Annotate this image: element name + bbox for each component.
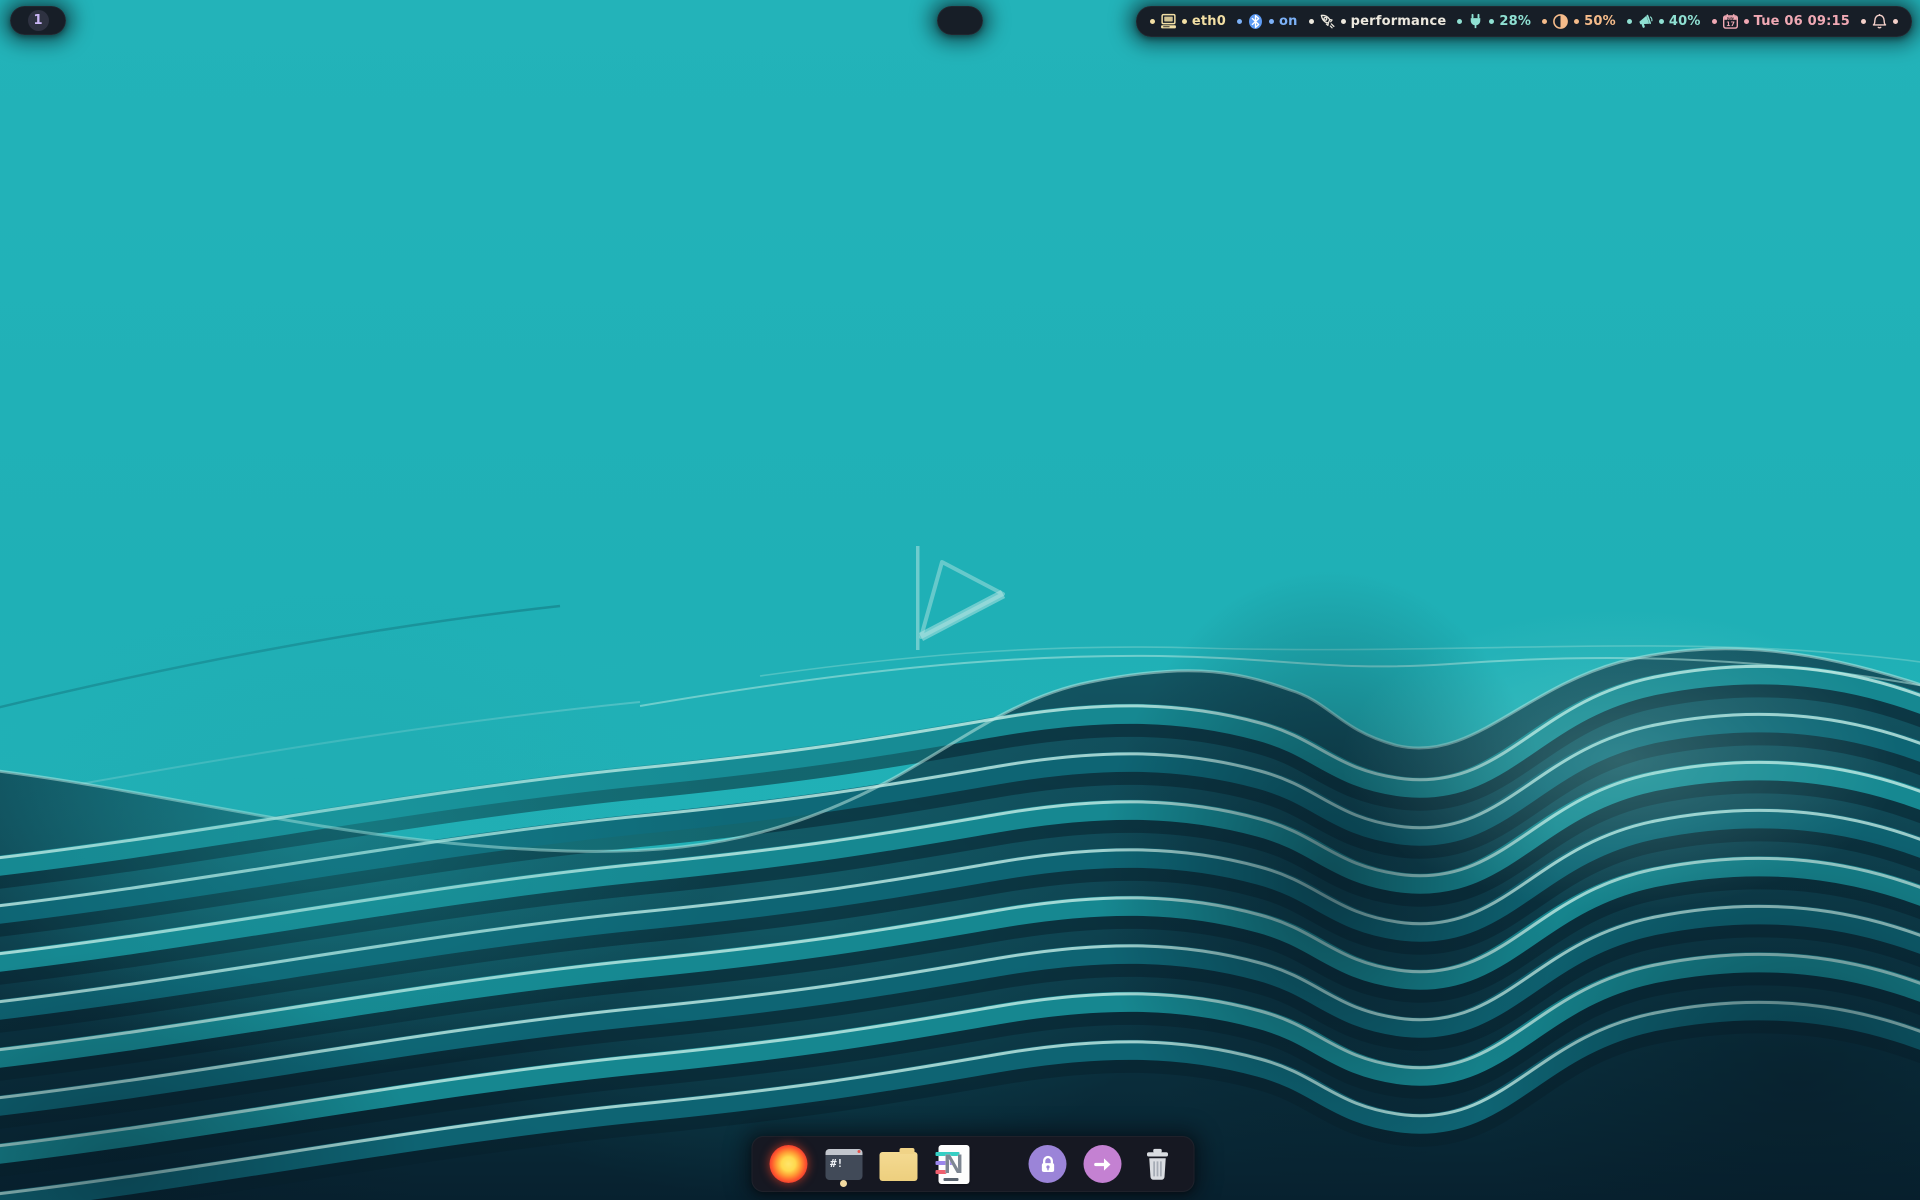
separator-dot bbox=[1236, 19, 1242, 24]
notes-letter: N bbox=[943, 1148, 964, 1179]
power-profile-label: performance bbox=[1350, 14, 1447, 29]
separator-dot bbox=[1861, 19, 1866, 24]
statusbar-module-bluetooth[interactable]: on bbox=[1236, 13, 1298, 30]
statusbar-module-brightness[interactable]: 50% bbox=[1542, 13, 1616, 30]
dock-item-launcher[interactable] bbox=[768, 1140, 810, 1188]
rocket-icon bbox=[1320, 14, 1335, 29]
separator-dot bbox=[1626, 19, 1632, 24]
folder-icon bbox=[879, 1148, 918, 1181]
media-widget[interactable] bbox=[937, 6, 983, 35]
dock-item-lock-screen[interactable] bbox=[1027, 1140, 1069, 1188]
dock-item-terminal[interactable]: #! bbox=[823, 1140, 865, 1188]
separator-dot bbox=[1149, 19, 1155, 24]
dock-item-trash[interactable] bbox=[1137, 1140, 1179, 1188]
statusbar-module-network[interactable]: eth0 bbox=[1149, 13, 1226, 30]
statusbar-module-volume[interactable]: 40% bbox=[1626, 13, 1701, 30]
workspace-number: 1 bbox=[27, 10, 49, 31]
calendar-day-text: 17 bbox=[1726, 20, 1735, 28]
arrow-right-icon bbox=[1083, 1145, 1122, 1183]
play-logo-watermark bbox=[916, 546, 1006, 650]
terminal-icon: #! bbox=[825, 1148, 862, 1180]
dock-item-file-manager[interactable] bbox=[878, 1140, 920, 1188]
bluetooth-icon bbox=[1249, 14, 1262, 29]
workspace-indicator[interactable]: 1 bbox=[10, 6, 66, 35]
notes-icon: N bbox=[935, 1144, 969, 1184]
megaphone-icon bbox=[1639, 14, 1653, 28]
bell-icon bbox=[1872, 13, 1887, 29]
separator-dot bbox=[1489, 19, 1495, 24]
separator-dot bbox=[1743, 19, 1749, 24]
plug-icon bbox=[1471, 13, 1481, 29]
trash-icon bbox=[1147, 1148, 1168, 1180]
shebang-glyph: #! bbox=[830, 1156, 844, 1170]
separator-dot bbox=[1574, 19, 1580, 24]
volume-label: 40% bbox=[1668, 14, 1701, 29]
terminal-titlebar bbox=[825, 1148, 862, 1155]
separator-dot bbox=[1893, 19, 1898, 24]
network-label: eth0 bbox=[1191, 14, 1226, 29]
desktop: 1 eth0 on performance 28% 50% 40% July 1… bbox=[0, 0, 1920, 1200]
separator-dot bbox=[1711, 19, 1717, 24]
sun-launcher-icon bbox=[769, 1145, 808, 1183]
separator-dot bbox=[1658, 19, 1664, 24]
separator-dot bbox=[1542, 19, 1548, 24]
statusbar-module-power-profile[interactable]: performance bbox=[1308, 13, 1447, 30]
running-indicator bbox=[840, 1180, 847, 1187]
lock-icon bbox=[1028, 1145, 1067, 1183]
dock-separator bbox=[988, 1159, 1014, 1169]
separator-dot bbox=[1268, 19, 1274, 24]
statusbar: eth0 on performance 28% 50% 40% July 17 … bbox=[1135, 6, 1912, 37]
half-circle-icon bbox=[1553, 14, 1569, 29]
statusbar-module-notifications[interactable] bbox=[1861, 13, 1898, 30]
computer-icon bbox=[1160, 13, 1176, 29]
separator-dot bbox=[1457, 19, 1463, 24]
clock-label: Tue 06 09:15 bbox=[1753, 14, 1850, 29]
bluetooth-label: on bbox=[1278, 14, 1298, 29]
separator-dot bbox=[1308, 19, 1314, 24]
dock: #! N bbox=[751, 1136, 1195, 1192]
battery-label: 28% bbox=[1499, 14, 1532, 29]
statusbar-module-battery[interactable]: 28% bbox=[1457, 13, 1531, 30]
dock-item-log-out[interactable] bbox=[1082, 1140, 1124, 1188]
separator-dot bbox=[1340, 19, 1346, 24]
close-dot-icon bbox=[857, 1150, 860, 1153]
dock-item-notes[interactable]: N bbox=[933, 1140, 975, 1188]
separator-dot bbox=[1181, 19, 1187, 24]
calendar-icon: July 17 bbox=[1722, 14, 1738, 29]
brightness-label: 50% bbox=[1584, 14, 1616, 29]
statusbar-module-clock[interactable]: July 17 Tue 06 09:15 bbox=[1711, 13, 1850, 30]
